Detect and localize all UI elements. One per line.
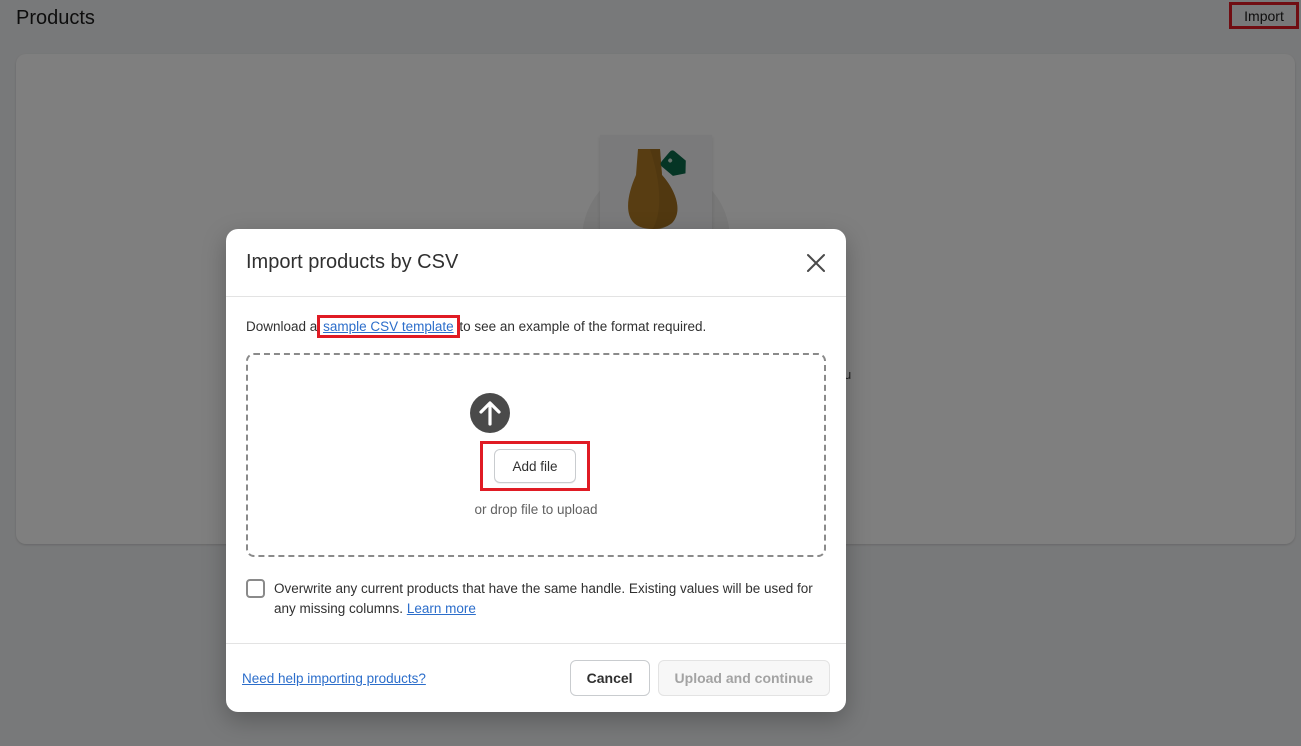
close-button[interactable] xyxy=(804,251,828,275)
add-file-button[interactable]: Add file xyxy=(494,449,576,483)
overwrite-label: Overwrite any current products that have… xyxy=(274,579,819,619)
footer-buttons: Cancel Upload and continue xyxy=(569,660,830,696)
upload-and-continue-button[interactable]: Upload and continue xyxy=(657,660,830,696)
import-csv-modal: Import products by CSV Download a sample… xyxy=(226,229,846,712)
overwrite-option: Overwrite any current products that have… xyxy=(246,579,819,619)
intro-text: Download a sample CSV template to see an… xyxy=(246,315,707,338)
learn-more-link[interactable]: Learn more xyxy=(407,601,476,616)
modal-header: Import products by CSV xyxy=(226,229,846,297)
add-file-highlight: Add file xyxy=(480,441,590,491)
overwrite-description: Overwrite any current products that have… xyxy=(274,581,813,616)
intro-prefix: Download a xyxy=(246,319,322,334)
sample-csv-template-link[interactable]: sample CSV template xyxy=(317,315,460,338)
cancel-button[interactable]: Cancel xyxy=(569,660,650,696)
drop-hint: or drop file to upload xyxy=(474,502,598,517)
upload-arrow-icon xyxy=(470,393,510,433)
close-icon xyxy=(807,253,825,272)
intro-suffix: to see an example of the format required… xyxy=(455,319,707,334)
help-importing-link[interactable]: Need help importing products? xyxy=(242,671,426,686)
file-dropzone[interactable]: Add file or drop file to upload xyxy=(246,353,826,557)
modal-footer: Need help importing products? Cancel Upl… xyxy=(226,643,846,712)
modal-title: Import products by CSV xyxy=(246,251,459,273)
overwrite-checkbox[interactable] xyxy=(246,579,265,598)
